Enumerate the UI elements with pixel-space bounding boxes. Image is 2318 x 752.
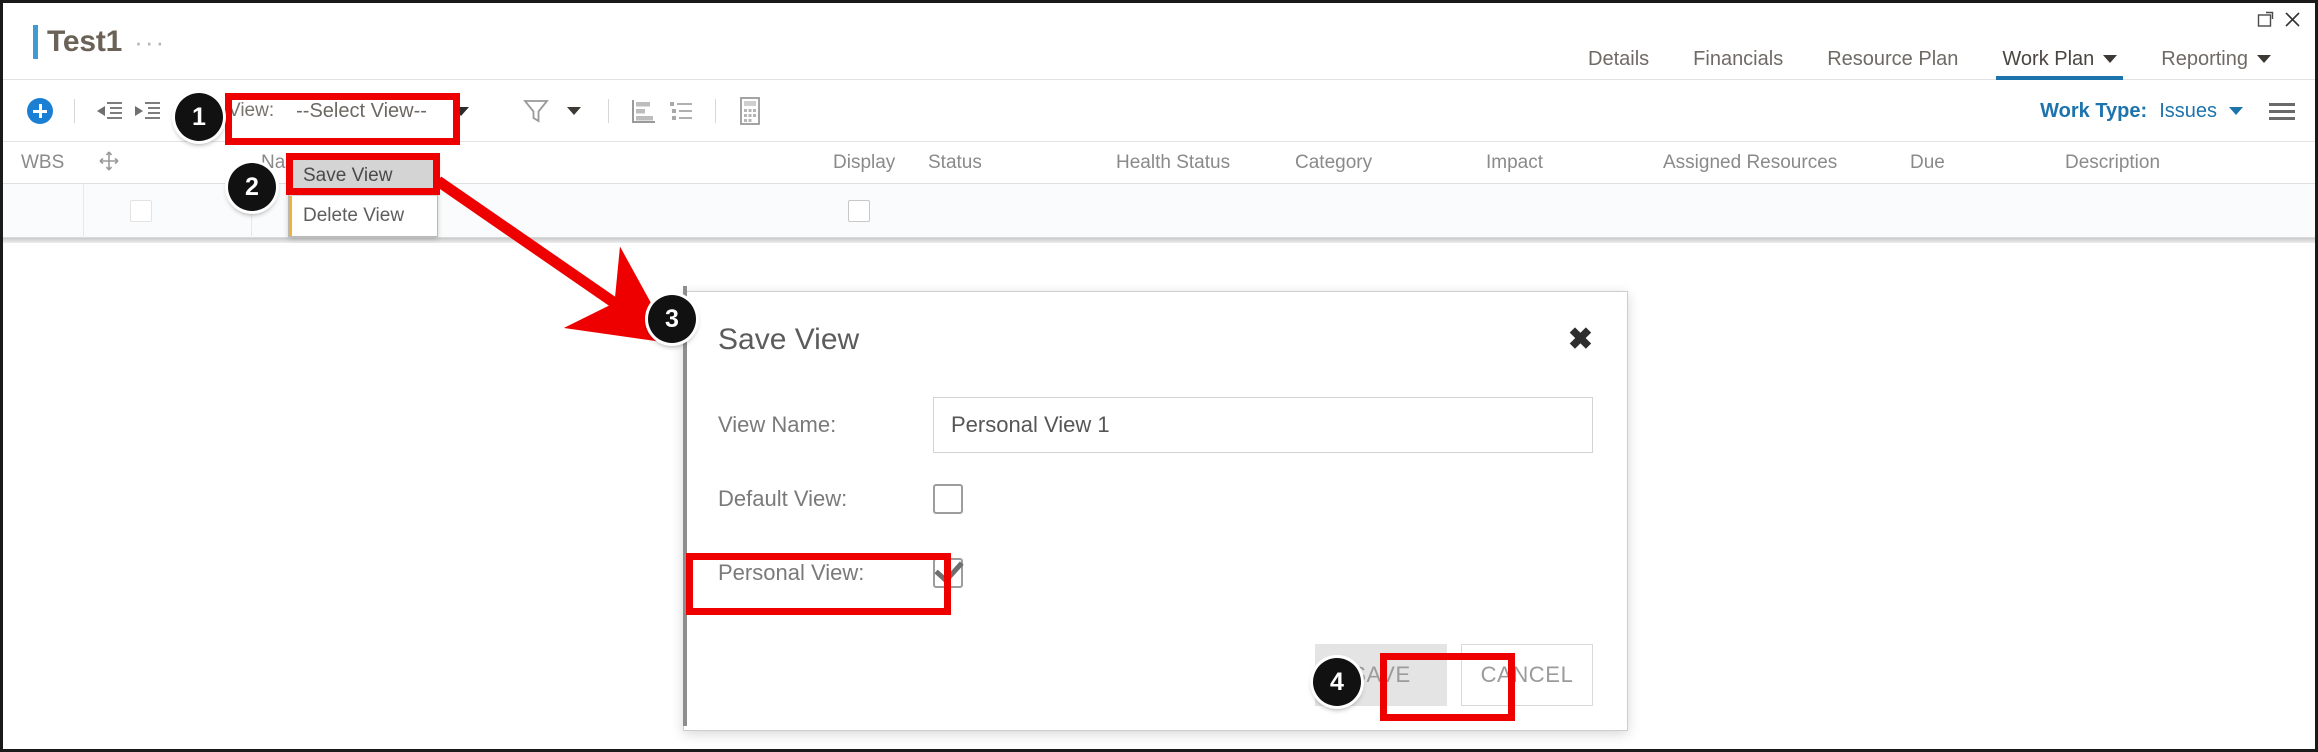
column-header-wbs[interactable]: WBS [21, 152, 64, 174]
hamburger-menu-icon[interactable] [2269, 102, 2295, 120]
move-handle-icon[interactable] [98, 150, 120, 178]
filter-funnel-icon[interactable] [517, 92, 555, 130]
personal-view-checkbox[interactable] [933, 558, 963, 588]
column-header-status[interactable]: Status [928, 152, 982, 174]
add-circle-icon[interactable] [21, 92, 59, 130]
tab-details[interactable]: Details [1566, 37, 1671, 80]
chevron-down-icon [2103, 54, 2118, 63]
grid-calendar-icon[interactable] [731, 92, 769, 130]
close-window-icon[interactable] [2284, 11, 2301, 28]
tab-work-plan[interactable]: Work Plan [1980, 37, 2139, 80]
cancel-button[interactable]: CANCEL [1461, 644, 1593, 706]
tab-reporting[interactable]: Reporting [2139, 37, 2293, 80]
personal-view-label: Personal View: [718, 560, 865, 585]
main-navigation: Details Financials Resource Plan Work Pl… [1566, 37, 2293, 80]
toolbar-divider [74, 99, 75, 123]
step-badge-2: 2 [228, 163, 276, 211]
menu-item-save-view-label: Save View [303, 165, 393, 186]
row-name-checkbox[interactable] [130, 200, 152, 222]
step-badge-1: 1 [175, 93, 223, 141]
tab-work-plan-label: Work Plan [2002, 47, 2095, 70]
view-selected-value: --Select View-- [296, 99, 427, 122]
chevron-down-icon [452, 106, 469, 116]
personal-view-row: Personal View: [718, 536, 1593, 610]
app-window: Test1 ··· Details Financials Resource Pl… [0, 0, 2318, 752]
toolbar-divider [607, 99, 609, 123]
gantt-chart-icon[interactable] [624, 92, 662, 130]
view-dropdown-menu: Save View Delete View [288, 155, 438, 237]
toolbar-left-group: View: --Select View-- [21, 80, 769, 142]
view-name-input[interactable] [933, 397, 1593, 453]
outdent-icon[interactable] [90, 92, 128, 130]
tab-financials-label: Financials [1693, 47, 1784, 70]
view-label: View: [228, 100, 275, 121]
menu-item-delete-view-label: Delete View [303, 205, 405, 226]
filter-dropdown-icon[interactable] [555, 92, 593, 130]
view-selector[interactable]: View: --Select View-- [214, 94, 483, 129]
tab-reporting-label: Reporting [2161, 47, 2248, 70]
dialog-title: Save View [718, 323, 860, 356]
column-header-health-status[interactable]: Health Status [1116, 152, 1230, 174]
more-options-icon[interactable]: ··· [134, 29, 166, 55]
default-view-row: Default View: [718, 462, 1593, 536]
menu-item-delete-view[interactable]: Delete View [289, 196, 437, 236]
save-view-dialog: Save View ✖ View Name: Default View: Per… [683, 286, 1628, 731]
chevron-down-icon [2257, 54, 2271, 63]
toolbar-right-group: Work Type: Issues [2040, 80, 2295, 142]
column-header-description[interactable]: Description [2065, 152, 2160, 174]
view-name-row: View Name: [718, 388, 1593, 462]
dialog-header: Save View ✖ [684, 292, 1627, 388]
project-title-group: Test1 ··· [33, 25, 166, 59]
close-icon[interactable]: ✖ [1568, 325, 1593, 355]
work-plan-toolbar: View: --Select View-- Work Type: Issues [3, 80, 2315, 142]
menu-item-save-view[interactable]: Save View [289, 156, 437, 196]
step-badge-4: 4 [1313, 658, 1361, 706]
page-title: Test1 [47, 25, 123, 58]
dialog-body: View Name: Default View: Personal View: [684, 388, 1627, 610]
tab-resource-plan[interactable]: Resource Plan [1805, 37, 1980, 80]
column-header-due[interactable]: Due [1910, 152, 1945, 174]
indent-icon[interactable] [128, 92, 166, 130]
column-header-assigned-resources[interactable]: Assigned Resources [1663, 152, 1837, 174]
column-header-display[interactable]: Display [833, 152, 895, 174]
default-view-checkbox[interactable] [933, 484, 963, 514]
column-header-impact[interactable]: Impact [1486, 152, 1543, 174]
view-name-label: View Name: [718, 412, 837, 437]
tab-details-label: Details [1588, 47, 1650, 70]
chevron-down-icon [2229, 107, 2243, 115]
window-controls [2257, 11, 2301, 28]
dialog-footer: SAVE CANCEL [684, 620, 1627, 730]
toolbar-divider [714, 99, 716, 123]
step-badge-3: 3 [648, 295, 696, 343]
tab-financials[interactable]: Financials [1671, 37, 1805, 80]
default-view-label: Default View: [718, 486, 848, 511]
restore-window-icon[interactable] [2257, 11, 2274, 28]
work-type-value: Issues [2159, 99, 2217, 122]
column-header-category[interactable]: Category [1295, 152, 1372, 174]
title-bar: Test1 ··· Details Financials Resource Pl… [3, 3, 2315, 80]
work-type-prefix: Work Type: [2040, 99, 2148, 122]
row-display-checkbox[interactable] [848, 200, 870, 222]
tab-resource-plan-label: Resource Plan [1827, 47, 1959, 70]
work-type-selector[interactable]: Work Type: Issues [2040, 100, 2243, 123]
list-view-icon[interactable] [662, 92, 700, 130]
project-accent-bar [33, 25, 38, 59]
